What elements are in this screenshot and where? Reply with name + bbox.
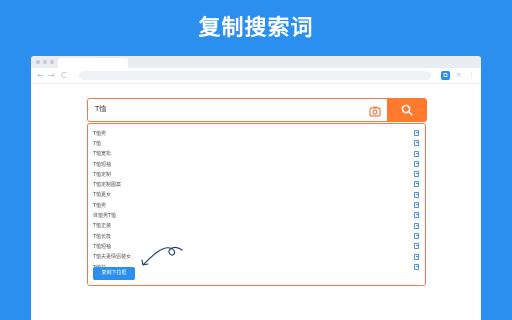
back-arrow-icon[interactable]: ←	[37, 70, 44, 82]
list-item[interactable]: T恤宽松	[88, 149, 425, 159]
browser-window: ← → C ⧉ ≋ ⋮ T恤 T恤男 T恤 T恤宽松 T恤短袖 T恤定制 T恤定…	[31, 56, 481, 320]
list-item[interactable]: T恤夏女	[88, 190, 425, 200]
list-item[interactable]: T恤短袖	[88, 159, 425, 169]
suggestion-text[interactable]: T恤定制图案	[93, 181, 121, 188]
suggestion-text[interactable]: T恤夏女	[93, 191, 111, 198]
headline: 复制搜索词	[198, 16, 314, 41]
window-dot-maximize[interactable]	[50, 60, 54, 64]
window-dot-minimize[interactable]	[43, 60, 47, 64]
suggestion-text[interactable]: T恤夫妻情侣装女	[93, 253, 131, 260]
forward-arrow-icon[interactable]: →	[48, 70, 55, 82]
menu-icon[interactable]: ⋮	[468, 71, 475, 80]
list-item[interactable]: T恤男	[88, 128, 425, 138]
reload-icon[interactable]: C	[61, 70, 67, 82]
suggestion-text[interactable]: 体恤男T恤	[93, 212, 116, 219]
curved-arrow-icon	[141, 246, 183, 266]
copy-icon[interactable]	[414, 253, 419, 260]
list-item[interactable]: T恤长款	[88, 231, 425, 241]
copy-icon[interactable]	[414, 191, 419, 198]
search-button[interactable]	[387, 98, 427, 122]
list-item[interactable]: T恤	[88, 138, 425, 148]
copy-icon[interactable]	[414, 140, 419, 147]
copy-icon[interactable]	[414, 171, 419, 178]
suggestion-text[interactable]: T恤正装	[93, 222, 111, 229]
search-box[interactable]: T恤	[87, 98, 427, 122]
suggestion-text[interactable]: T恤短袖	[93, 161, 111, 168]
suggestion-text[interactable]: T恤宽松	[93, 150, 111, 157]
camera-icon[interactable]	[369, 103, 381, 117]
copy-icon[interactable]	[414, 263, 419, 270]
list-item[interactable]: T恤正装	[88, 221, 425, 231]
copy-icon[interactable]	[414, 212, 419, 219]
browser-toolbar: ← → C ⧉ ≋ ⋮	[31, 68, 481, 84]
window-controls	[36, 60, 54, 64]
address-bar[interactable]	[79, 71, 431, 80]
list-item[interactable]: T恤男	[88, 200, 425, 210]
window-dot-close[interactable]	[36, 60, 40, 64]
suggestion-text[interactable]: T恤短袖	[93, 243, 111, 250]
tab-bar	[31, 56, 481, 68]
search-input[interactable]: T恤	[95, 104, 106, 114]
suggestion-text[interactable]: T恤长款	[93, 233, 111, 240]
copy-icon[interactable]	[414, 160, 419, 167]
suggestion-dropdown: T恤男 T恤 T恤宽松 T恤短袖 T恤定制 T恤定制图案 T恤夏女 T恤男 体恤…	[87, 123, 426, 286]
suggestion-text[interactable]: T恤定制	[93, 171, 111, 178]
copy-icon[interactable]	[414, 232, 419, 239]
copy-icon[interactable]	[414, 130, 419, 136]
suggestion-text[interactable]: T恤男	[93, 202, 106, 209]
search-copy-extension-icon[interactable]: ⧉	[441, 71, 450, 80]
copy-icon[interactable]	[414, 243, 419, 250]
list-item[interactable]: 体恤男T恤	[88, 210, 425, 220]
suggestion-text[interactable]: T恤男	[93, 130, 106, 137]
search-icon	[401, 104, 413, 116]
list-item[interactable]: T恤定制	[88, 169, 425, 179]
copy-icon[interactable]	[414, 150, 419, 157]
list-item[interactable]: T恤定制图案	[88, 179, 425, 189]
copy-icon[interactable]	[414, 181, 419, 188]
copy-icon[interactable]	[414, 202, 419, 209]
suggestion-text[interactable]: T恤	[93, 140, 101, 147]
extensions-icon[interactable]: ≋	[456, 71, 462, 80]
copy-dropdown-button[interactable]: 复制下拉框	[93, 267, 135, 280]
browser-tab[interactable]	[58, 58, 128, 68]
copy-icon[interactable]	[414, 222, 419, 229]
